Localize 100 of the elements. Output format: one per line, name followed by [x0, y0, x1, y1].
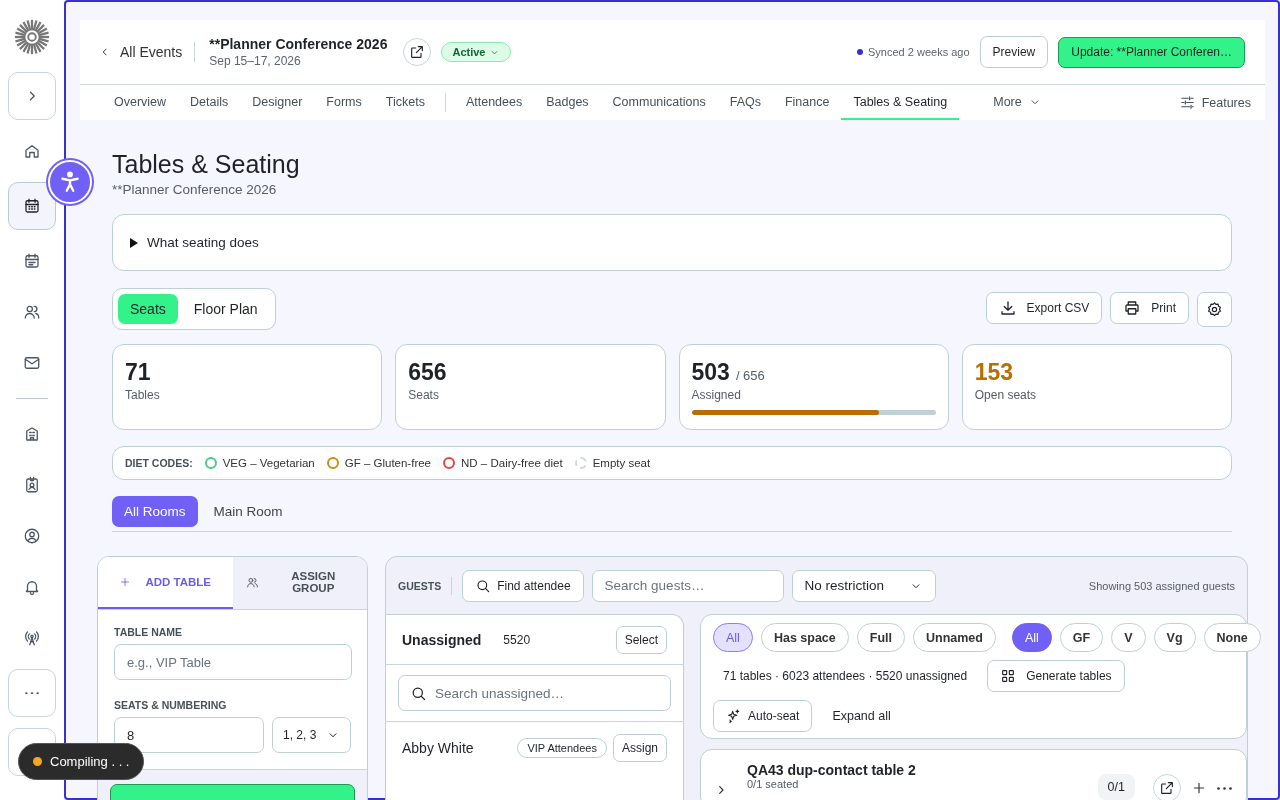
stat-value: 503: [691, 359, 730, 386]
table-name-field[interactable]: e.g., VIP Table: [114, 644, 352, 680]
printer-icon: [1123, 298, 1142, 317]
calendar-icon: [23, 197, 41, 215]
unassigned-title: Unassigned: [402, 631, 482, 648]
sliders-icon: [1178, 94, 1196, 111]
filter-chip[interactable]: Has space: [760, 623, 849, 652]
features-button[interactable]: Features: [1178, 85, 1251, 120]
guest-summary: Showing 503 assigned guests: [1088, 579, 1235, 592]
more-icon: [25, 691, 39, 695]
nav-tab[interactable]: Communications: [600, 85, 718, 120]
home-icon: [23, 142, 41, 160]
page-subtitle: **Planner Conference 2026: [112, 182, 278, 197]
legend-label: GF – Gluten-free: [344, 457, 432, 469]
nav-tab[interactable]: Overview: [102, 85, 179, 120]
filter-chip[interactable]: V: [1111, 623, 1146, 652]
search-icon: [410, 685, 427, 702]
nav-tab[interactable]: Tables & Seating: [841, 85, 960, 120]
unassigned-count: 5520: [503, 632, 531, 647]
filter-chip[interactable]: All: [1011, 623, 1052, 652]
add-button[interactable]: [1191, 780, 1207, 796]
filter-chip[interactable]: GF: [1059, 623, 1104, 652]
bell-icon: [23, 578, 41, 596]
external-link-icon: [409, 44, 426, 60]
view-option[interactable]: Floor Plan: [181, 294, 270, 324]
legend-label: ND – Dairy-free diet: [461, 457, 563, 469]
room-tab[interactable]: All Rooms: [112, 496, 198, 527]
stat-value: 656: [408, 359, 447, 386]
seats-field[interactable]: 8: [114, 717, 264, 753]
numbering-dropdown[interactable]: 1, 2, 3: [272, 717, 352, 753]
restriction-dropdown[interactable]: No restriction: [791, 569, 936, 602]
search-field[interactable]: Search unassigned…: [398, 675, 671, 711]
nav-tab[interactable]: Finance: [772, 85, 842, 120]
external-link-icon: [1159, 780, 1175, 796]
tables-summary: 71 tables · 6023 attendees · 5520 unassigned: [723, 669, 968, 683]
field-label: SEATS & NUMBERING: [114, 699, 228, 711]
nav-tab[interactable]: Tickets: [373, 85, 437, 120]
search-field[interactable]: Search guests…: [591, 569, 784, 602]
generate-tables-button[interactable]: Generate tables: [987, 660, 1125, 692]
event-title: **Planner Conference 2026: [209, 36, 388, 52]
nav-tab[interactable]: Attendees: [453, 85, 535, 120]
id-badge-icon: [23, 476, 41, 494]
mail-icon: [23, 354, 41, 372]
export-button[interactable]: Export CSV: [985, 291, 1103, 324]
open-link-button[interactable]: [403, 38, 432, 66]
status-dropdown[interactable]: Active: [441, 42, 512, 62]
more-button[interactable]: [1217, 786, 1232, 790]
view-option[interactable]: Seats: [118, 294, 178, 324]
filter-chip[interactable]: Vg: [1153, 623, 1196, 652]
filter-chip[interactable]: All: [713, 623, 753, 652]
panel-tab[interactable]: ASSIGN GROUP: [232, 557, 367, 609]
panel-tab[interactable]: ADD TABLE: [98, 557, 233, 609]
back-link[interactable]: All Events: [98, 42, 196, 62]
filter-chip[interactable]: None: [1203, 623, 1261, 652]
filter-chip[interactable]: Full: [856, 623, 905, 652]
auto-seat-button[interactable]: Auto-seat: [713, 700, 813, 732]
toast-label: Compiling . . .: [50, 754, 130, 769]
filter-chip[interactable]: Unnamed: [913, 623, 996, 652]
sync-dot-icon: [857, 49, 864, 55]
stat-label: Tables: [125, 388, 161, 402]
plus-icon: [119, 576, 132, 588]
stat-value: 71: [125, 359, 151, 386]
stat-value: 153: [974, 359, 1014, 386]
nav-tab[interactable]: FAQs: [717, 85, 773, 120]
room-tab[interactable]: Main Room: [201, 496, 295, 527]
seated-count: 0/1 seated: [747, 778, 800, 790]
sparkles-icon: [726, 708, 742, 724]
disclosure-label: What seating does: [147, 235, 259, 250]
nav-tab[interactable]: Badges: [534, 85, 601, 120]
nav-tab[interactable]: Details: [178, 85, 241, 120]
expand-all-button[interactable]: Expand all: [820, 709, 903, 723]
select-button[interactable]: Select: [615, 625, 667, 654]
nav-tab[interactable]: Forms: [314, 85, 374, 120]
nav-tab[interactable]: Designer: [240, 85, 315, 120]
building-icon: [23, 425, 41, 443]
settings-icon: [1206, 300, 1223, 318]
search-icon: [475, 577, 492, 594]
assign-button[interactable]: Assign: [612, 734, 667, 762]
sidebar-button[interactable]: [8, 182, 56, 230]
event-dates: Sep 15–17, 2026: [209, 54, 302, 68]
settings-button[interactable]: [1197, 291, 1232, 327]
field-label: TABLE NAME: [114, 626, 184, 638]
update-button[interactable]: Update: **Planner Conferen…: [1058, 36, 1245, 68]
antenna-icon: [23, 629, 41, 647]
disclosure-panel[interactable]: What seating does: [112, 214, 1232, 271]
people-icon: [246, 575, 260, 589]
accessibility-button[interactable]: [48, 160, 92, 204]
section-label: GUESTS: [398, 579, 442, 592]
more-menu[interactable]: More: [981, 85, 1054, 120]
open-link-button[interactable]: [1153, 774, 1181, 800]
guest-name: Abby White: [402, 740, 475, 756]
sync-status: Synced 2 weeks ago: [868, 46, 970, 58]
page-title: Tables & Seating: [112, 150, 301, 179]
grid-icon: [1000, 668, 1017, 684]
table-name: QA43 dup-contact table 2: [747, 762, 917, 778]
print-button[interactable]: Print: [1110, 291, 1189, 324]
preview-button[interactable]: Preview: [979, 36, 1049, 68]
find-attendee-button[interactable]: Find attendee: [462, 569, 584, 602]
legend-label: Empty seat: [592, 457, 651, 469]
stat-label: Open seats: [974, 388, 1038, 402]
